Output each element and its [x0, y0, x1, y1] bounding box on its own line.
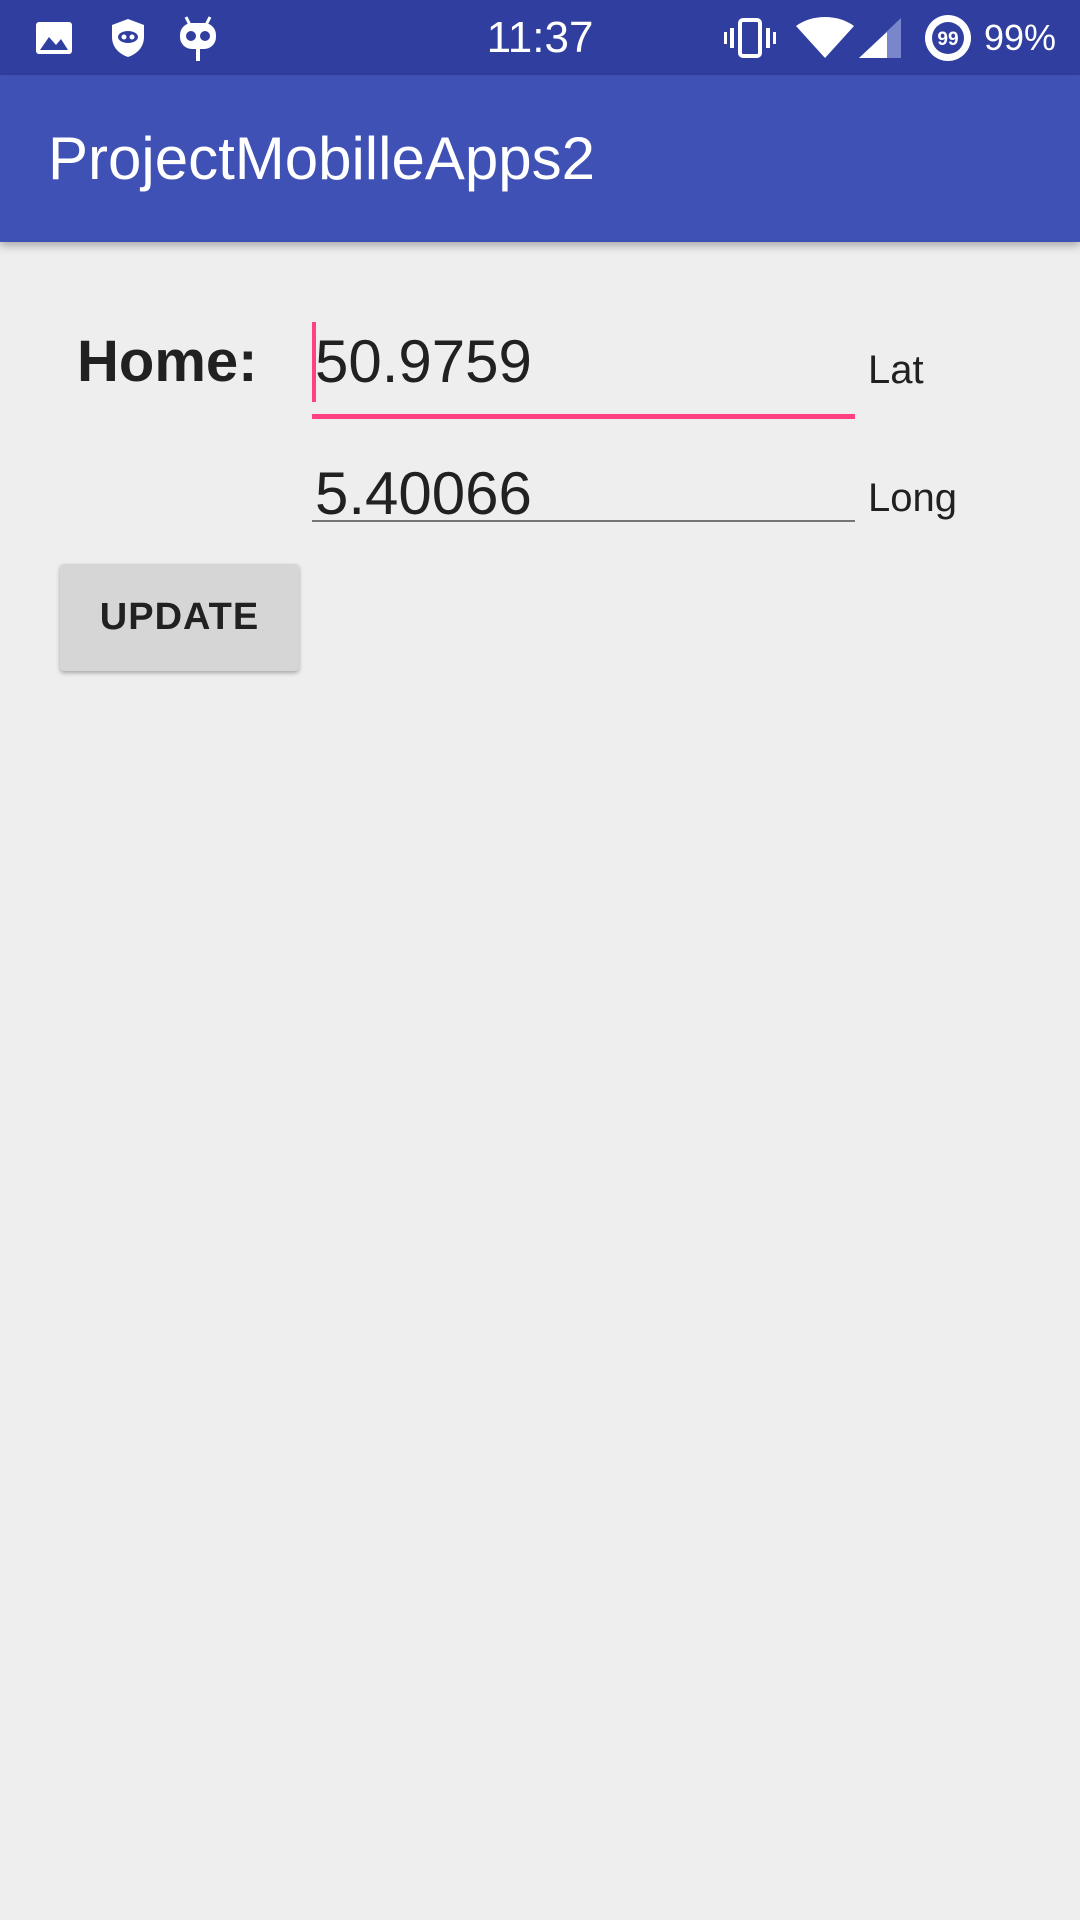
battery-percent: 99%	[983, 17, 1056, 58]
signal-icon	[856, 0, 904, 75]
status-time: 11:37	[486, 13, 594, 62]
longitude-input[interactable]: 5.40066	[312, 454, 855, 527]
longitude-value: 5.40066	[315, 460, 532, 527]
status-bar: 11:37 99 99%	[0, 0, 1080, 75]
app-bar: ProjectMobilleApps2	[0, 75, 1080, 242]
update-button[interactable]: UPDATE	[60, 564, 299, 671]
longitude-unit-label: Long	[868, 476, 957, 520]
latitude-unit-label: Lat	[868, 348, 924, 392]
latitude-input[interactable]: 50.9759	[312, 322, 855, 419]
notification-count-icon: 99	[922, 0, 974, 75]
wifi-icon	[790, 0, 860, 75]
notification-badge: 99	[937, 29, 958, 50]
home-label: Home:	[77, 329, 258, 394]
latitude-value: 50.9759	[315, 328, 532, 395]
app-title: ProjectMobilleApps2	[48, 125, 595, 192]
vibrate-icon	[720, 0, 780, 75]
text-cursor	[312, 322, 316, 402]
